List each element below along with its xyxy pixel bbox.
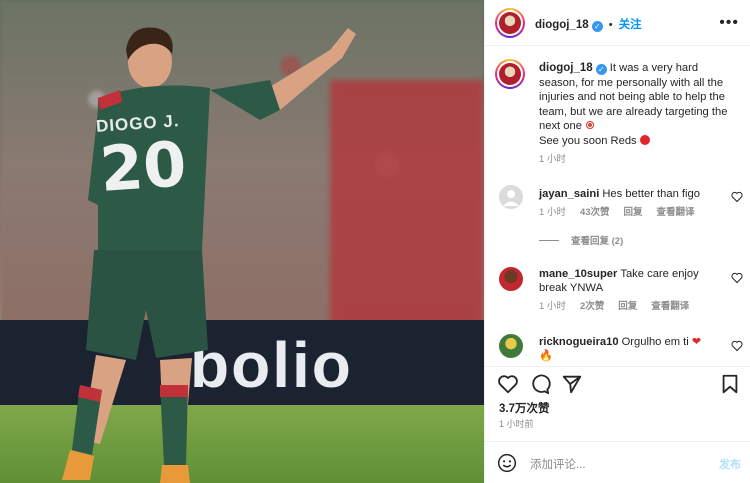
comment-text: Hes better than figo	[602, 188, 700, 200]
verified-icon: ✓	[595, 64, 607, 75]
comment-username[interactable]: mane_10super	[539, 268, 617, 280]
reply-button[interactable]: 回复	[618, 300, 637, 314]
red-circle-emoji-icon	[639, 134, 650, 145]
save-bookmark-icon[interactable]	[719, 373, 741, 395]
comment-username[interactable]: jayan_saini	[539, 188, 599, 200]
post-comment-button[interactable]: 发布	[719, 456, 741, 472]
follow-button[interactable]: 关注	[619, 19, 642, 31]
comment-text: Orgulho em ti	[621, 336, 689, 348]
red-heart-emoji-icon: ❤	[691, 336, 702, 348]
comment-time: 1 小时	[539, 207, 566, 218]
post-caption: diogoj_18 ✓ It was a very hard season, fo…	[539, 61, 739, 168]
verified-icon: ✓	[591, 21, 603, 32]
caption-time: 1 小时	[539, 154, 566, 165]
post-photo[interactable]: bolio DIOGO J. 20	[0, 0, 484, 483]
comment-item: jayan_saini Hes better than figo 1 小时 43次…	[539, 187, 719, 220]
comment-like-heart-icon[interactable]	[731, 340, 743, 352]
share-send-icon[interactable]	[561, 373, 583, 395]
header-username[interactable]: diogoj_18	[535, 19, 589, 31]
comment-bubble-icon[interactable]	[529, 373, 551, 395]
comment-item: ricknogueira10 Orgulho em ti ❤ 🔥	[539, 335, 719, 363]
emoji-smiley-icon[interactable]	[497, 453, 517, 473]
translate-button[interactable]: 查看翻译	[657, 206, 695, 220]
target-emoji-icon	[585, 120, 596, 130]
post-time: 1 小时前	[499, 419, 534, 429]
caption-username[interactable]: diogoj_18	[539, 62, 593, 74]
post-action-bar: 3.7万次赞 1 小时前	[485, 366, 750, 436]
translate-button[interactable]: 查看翻译	[651, 300, 689, 314]
comments-list[interactable]: diogoj_18 ✓ It was a very hard season, fo…	[485, 47, 750, 365]
add-comment-bar: 添加评论... 发布	[485, 441, 750, 483]
comment-likes[interactable]: 43次赞	[580, 206, 610, 220]
post-header: diogoj_18 ✓ • 关注 •••	[485, 0, 750, 46]
comment-username[interactable]: ricknogueira10	[539, 336, 619, 348]
caption-avatar[interactable]	[495, 59, 525, 89]
comment-time: 1 小时	[539, 301, 566, 312]
comment-like-heart-icon[interactable]	[731, 191, 743, 203]
comment-avatar[interactable]	[499, 267, 523, 291]
header-avatar[interactable]	[495, 8, 525, 38]
player-figure	[62, 27, 356, 483]
caption-text-2: See you soon Reds	[539, 134, 637, 147]
comment-avatar-default[interactable]	[499, 185, 523, 209]
like-heart-icon[interactable]	[497, 373, 519, 395]
fire-emoji-icon: 🔥	[539, 350, 553, 362]
comment-avatar[interactable]	[499, 334, 523, 358]
likes-count[interactable]: 3.7万次赞	[499, 400, 550, 416]
comment-like-heart-icon[interactable]	[731, 272, 743, 284]
jersey-number: 20	[97, 127, 189, 206]
more-options-icon[interactable]: •••	[719, 14, 739, 32]
view-replies-button[interactable]: 查看回复 (2)	[539, 233, 623, 247]
comment-input[interactable]: 添加评论...	[530, 456, 586, 472]
reply-button[interactable]: 回复	[624, 206, 643, 220]
comment-item: mane_10super Take care enjoy break YNWA 1…	[539, 267, 719, 314]
post-side-panel: diogoj_18 ✓ • 关注 ••• diogoj_18 ✓ It was a …	[484, 0, 750, 483]
comment-likes[interactable]: 2次赞	[580, 300, 604, 314]
